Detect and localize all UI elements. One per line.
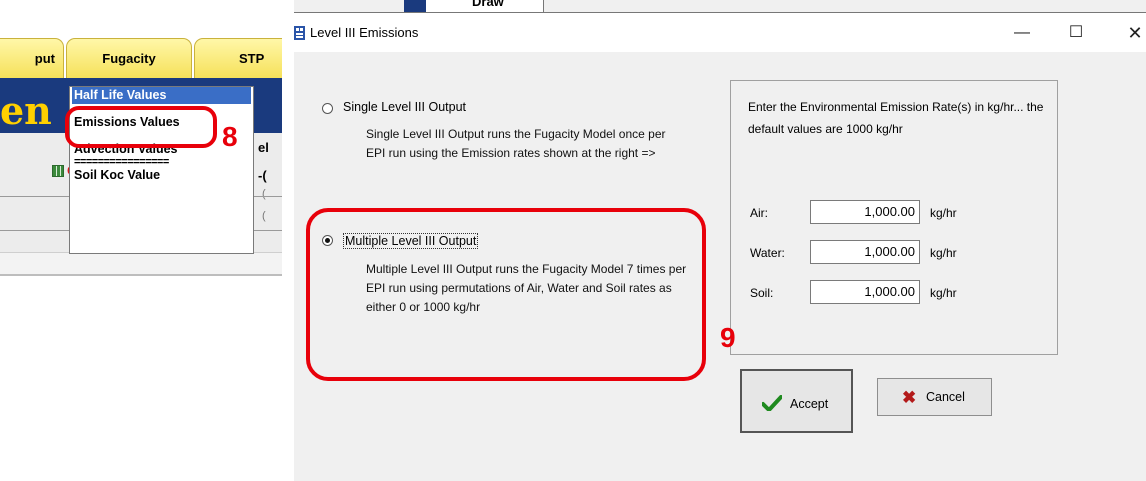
emission-rates-instructions: Enter the Environmental Emission Rate(s)… [748, 100, 1044, 136]
bg-fragment-text: ( [262, 210, 266, 222]
partial-tab-draw[interactable]: Draw [404, 0, 544, 12]
air-rate-input[interactable] [810, 200, 920, 224]
maximize-icon: ☐ [1068, 24, 1084, 41]
minimize-button[interactable]: — [1007, 19, 1037, 47]
air-label: Air: [750, 206, 768, 220]
annotation-highlight-emissions-values [65, 106, 217, 148]
tab-fugacity[interactable]: Fugacity [66, 38, 192, 78]
tab-accent [404, 0, 426, 12]
annotation-highlight-multiple-output [306, 208, 706, 381]
close-button[interactable]: ✕ [1120, 19, 1146, 47]
menu-separator: ================ [74, 158, 169, 167]
bg-fragment-text: el [258, 140, 269, 155]
single-output-radio[interactable] [322, 103, 333, 114]
dialog-title: Level III Emissions [310, 25, 419, 40]
single-output-description: Single Level III Output runs the Fugacit… [366, 127, 666, 160]
app-icon [294, 26, 305, 40]
checkmark-icon [762, 395, 782, 411]
bg-fragment-text: ( [262, 188, 266, 200]
close-icon: ✕ [1127, 23, 1143, 43]
menu-item-soil-koc-value[interactable]: Soil Koc Value [72, 167, 251, 184]
minimize-icon: — [1014, 24, 1030, 41]
single-output-label[interactable]: Single Level III Output [343, 100, 466, 114]
bg-banner-text: en [0, 88, 52, 133]
water-unit: kg/hr [930, 246, 957, 260]
cancel-label: Cancel [926, 390, 965, 404]
red-x-icon: ✖ [902, 388, 917, 407]
annotation-step-9: 9 [720, 322, 736, 353]
soil-unit: kg/hr [930, 286, 957, 300]
water-label: Water: [750, 246, 785, 260]
maximize-button[interactable]: ☐ [1061, 19, 1091, 47]
menu-item-half-life-values[interactable]: Half Life Values [72, 87, 251, 104]
bg-fragment-text: -( [258, 168, 267, 183]
tab-stp[interactable]: STP [194, 38, 282, 78]
partial-tab-label: Draw [472, 0, 504, 9]
accept-label: Accept [790, 397, 829, 411]
accept-button[interactable]: Accept [740, 369, 853, 433]
tab-output[interactable]: put [0, 38, 64, 78]
bg-status-strip [0, 252, 282, 276]
calculator-icon[interactable] [52, 165, 64, 177]
water-rate-input[interactable] [810, 240, 920, 264]
soil-label: Soil: [750, 286, 774, 300]
cancel-button[interactable]: ✖ Cancel [877, 378, 992, 416]
air-unit: kg/hr [930, 206, 957, 220]
dialog-title-bar[interactable]: Level III Emissions — ☐ ✕ [294, 13, 1146, 52]
annotation-step-8: 8 [222, 121, 238, 152]
soil-rate-input[interactable] [810, 280, 920, 304]
